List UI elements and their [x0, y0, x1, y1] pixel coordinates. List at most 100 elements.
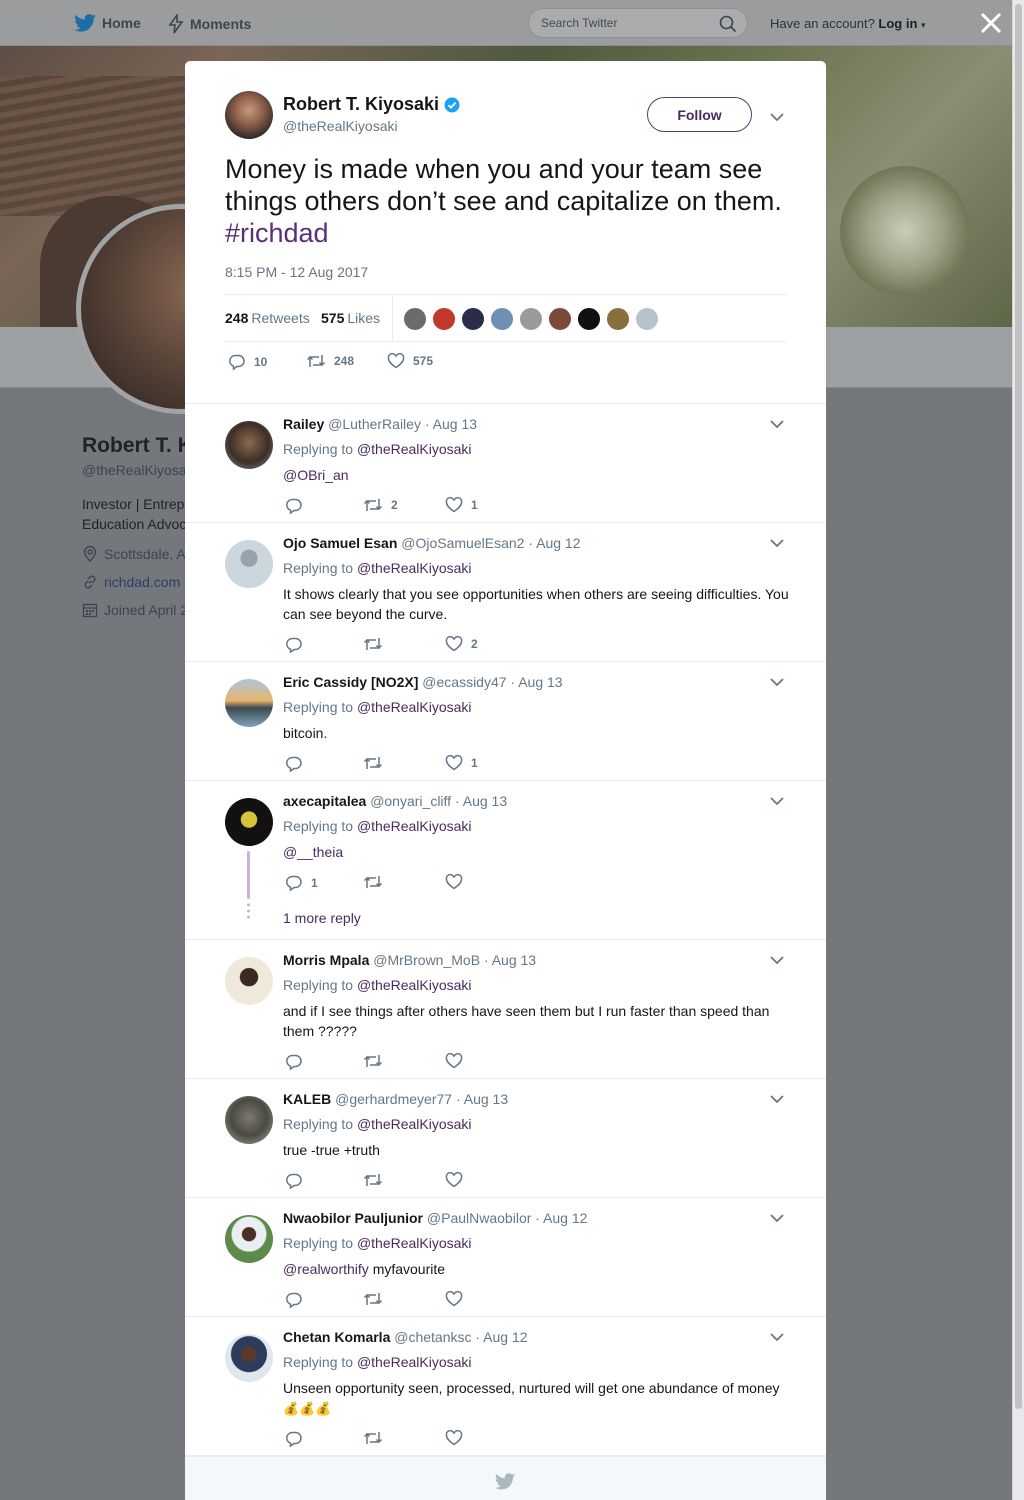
liker-avatar[interactable]: [577, 307, 601, 331]
reply-mention[interactable]: @__theia: [283, 844, 343, 860]
more-replies-link[interactable]: 1 more reply: [283, 910, 361, 926]
retweet-button[interactable]: [363, 1291, 391, 1307]
profile-website[interactable]: richdad.com: [82, 574, 186, 590]
reply-avatar[interactable]: [225, 957, 273, 1005]
tweet-hashtag[interactable]: #richdad: [225, 218, 329, 248]
reply-author-name[interactable]: KALEB: [283, 1091, 331, 1107]
replying-to-link[interactable]: @theRealKiyosaki: [357, 1354, 472, 1370]
chevron-down-icon[interactable]: [769, 1091, 785, 1107]
liker-avatar[interactable]: [548, 307, 572, 331]
retweet-button[interactable]: [363, 1172, 391, 1188]
replying-to-link[interactable]: @theRealKiyosaki: [357, 1235, 472, 1251]
login-link[interactable]: Log in: [878, 16, 917, 31]
likes-stat[interactable]: 575 Likes: [321, 310, 380, 326]
retweet-button[interactable]: [363, 755, 391, 771]
replying-to-link[interactable]: @theRealKiyosaki: [357, 1116, 472, 1132]
reply-author-name[interactable]: Railey: [283, 416, 324, 432]
retweets-stat[interactable]: 248 Retweets: [225, 310, 310, 326]
author-avatar[interactable]: [225, 91, 273, 139]
liker-avatar[interactable]: [635, 307, 659, 331]
nav-home[interactable]: Home: [74, 14, 141, 32]
reply-button[interactable]: [285, 1172, 311, 1190]
reply-item[interactable]: Ojo Samuel Esan @OjoSamuelEsan2 · Aug 12…: [185, 523, 826, 662]
reply-mention[interactable]: @OBri_an: [283, 467, 349, 483]
reply-avatar[interactable]: [225, 1215, 273, 1263]
reply-avatar[interactable]: [225, 798, 273, 846]
chevron-down-icon[interactable]: [769, 109, 785, 125]
reply-button[interactable]: [285, 1430, 311, 1448]
reply-avatar[interactable]: [225, 421, 273, 469]
like-button[interactable]: [445, 874, 471, 890]
reply-date[interactable]: · Aug 12: [535, 1210, 587, 1226]
reply-button[interactable]: 1: [285, 874, 318, 892]
reply-date[interactable]: · Aug 12: [528, 535, 580, 551]
reply-author-name[interactable]: Ojo Samuel Esan: [283, 535, 397, 551]
follow-button[interactable]: Follow: [647, 97, 752, 132]
reply-item[interactable]: Railey @LutherRailey · Aug 13 Replying t…: [185, 404, 826, 523]
reply-item[interactable]: Eric Cassidy [NO2X] @ecassidy47 · Aug 13…: [185, 662, 826, 781]
reply-date[interactable]: · Aug 13: [425, 416, 477, 432]
like-button[interactable]: 1: [445, 755, 478, 771]
search-icon[interactable]: [719, 15, 737, 36]
reply-date[interactable]: · Aug 13: [484, 952, 536, 968]
replying-to-link[interactable]: @theRealKiyosaki: [357, 560, 472, 576]
retweet-button[interactable]: [363, 636, 391, 652]
reply-author-name[interactable]: axecapitalea: [283, 793, 366, 809]
replying-to-link[interactable]: @theRealKiyosaki: [357, 977, 472, 993]
reply-button[interactable]: [285, 636, 311, 654]
chevron-down-icon[interactable]: [769, 535, 785, 551]
reply-author-handle[interactable]: @chetanksc: [394, 1329, 471, 1345]
reply-button[interactable]: [285, 1053, 311, 1071]
like-button[interactable]: [445, 1172, 471, 1188]
reply-date[interactable]: · Aug 13: [455, 793, 507, 809]
retweet-button[interactable]: [363, 874, 391, 890]
author-name-row[interactable]: Robert T. Kiyosaki: [283, 94, 460, 115]
page-scrollbar[interactable]: [1012, 0, 1024, 1500]
like-button[interactable]: 2: [445, 636, 478, 652]
reply-author-name[interactable]: Chetan Komarla: [283, 1329, 390, 1345]
reply-avatar[interactable]: [225, 540, 273, 588]
replying-to-link[interactable]: @theRealKiyosaki: [357, 818, 472, 834]
search-input[interactable]: Search Twitter: [528, 8, 748, 38]
reply-item[interactable]: Chetan Komarla @chetanksc · Aug 12 Reply…: [185, 1317, 826, 1456]
reply-item[interactable]: Nwaobilor Pauljunior @PaulNwaobilor · Au…: [185, 1198, 826, 1317]
author-handle[interactable]: @theRealKiyosaki: [283, 118, 398, 134]
like-button[interactable]: [445, 1053, 471, 1069]
replying-to-link[interactable]: @theRealKiyosaki: [357, 699, 472, 715]
liker-avatar[interactable]: [519, 307, 543, 331]
reply-button[interactable]: 10: [228, 353, 267, 371]
profile-website-text[interactable]: richdad.com: [104, 574, 180, 590]
reply-avatar[interactable]: [225, 1334, 273, 1382]
like-button[interactable]: [445, 1291, 471, 1307]
reply-author-handle[interactable]: @onyari_cliff: [370, 793, 451, 809]
chevron-down-icon[interactable]: [769, 952, 785, 968]
reply-author-handle[interactable]: @LutherRailey: [328, 416, 421, 432]
reply-item[interactable]: axecapitalea @onyari_cliff · Aug 13 Repl…: [185, 781, 826, 940]
like-button[interactable]: 575: [387, 353, 433, 369]
reply-date[interactable]: · Aug 13: [456, 1091, 508, 1107]
liker-avatar[interactable]: [432, 307, 456, 331]
tweet-timestamp[interactable]: 8:15 PM - 12 Aug 2017: [225, 264, 368, 280]
reply-author-name[interactable]: Eric Cassidy [NO2X]: [283, 674, 418, 690]
reply-button[interactable]: [285, 1291, 311, 1309]
reply-button[interactable]: [285, 497, 311, 515]
retweet-button[interactable]: 2: [363, 497, 398, 513]
reply-author-handle[interactable]: @ecassidy47: [422, 674, 506, 690]
reply-author-handle[interactable]: @MrBrown_MoB: [373, 952, 480, 968]
reply-button[interactable]: [285, 755, 311, 773]
liker-avatar[interactable]: [461, 307, 485, 331]
retweet-button[interactable]: [363, 1430, 391, 1446]
reply-date[interactable]: · Aug 12: [475, 1329, 527, 1345]
reply-author-handle[interactable]: @PaulNwaobilor: [427, 1210, 531, 1226]
reply-item[interactable]: KALEB @gerhardmeyer77 · Aug 13 Replying …: [185, 1079, 826, 1198]
retweet-button[interactable]: [363, 1053, 391, 1069]
chevron-down-icon[interactable]: [769, 1210, 785, 1226]
reply-avatar[interactable]: [225, 679, 273, 727]
reply-date[interactable]: · Aug 13: [510, 674, 562, 690]
close-icon[interactable]: [978, 10, 1004, 36]
scrollbar-thumb[interactable]: [1015, 4, 1022, 1409]
reply-author-handle[interactable]: @OjoSamuelEsan2: [401, 535, 524, 551]
reply-mention[interactable]: @realworthify: [283, 1261, 369, 1277]
like-button[interactable]: 1: [445, 497, 478, 513]
chevron-down-icon[interactable]: [769, 1329, 785, 1345]
